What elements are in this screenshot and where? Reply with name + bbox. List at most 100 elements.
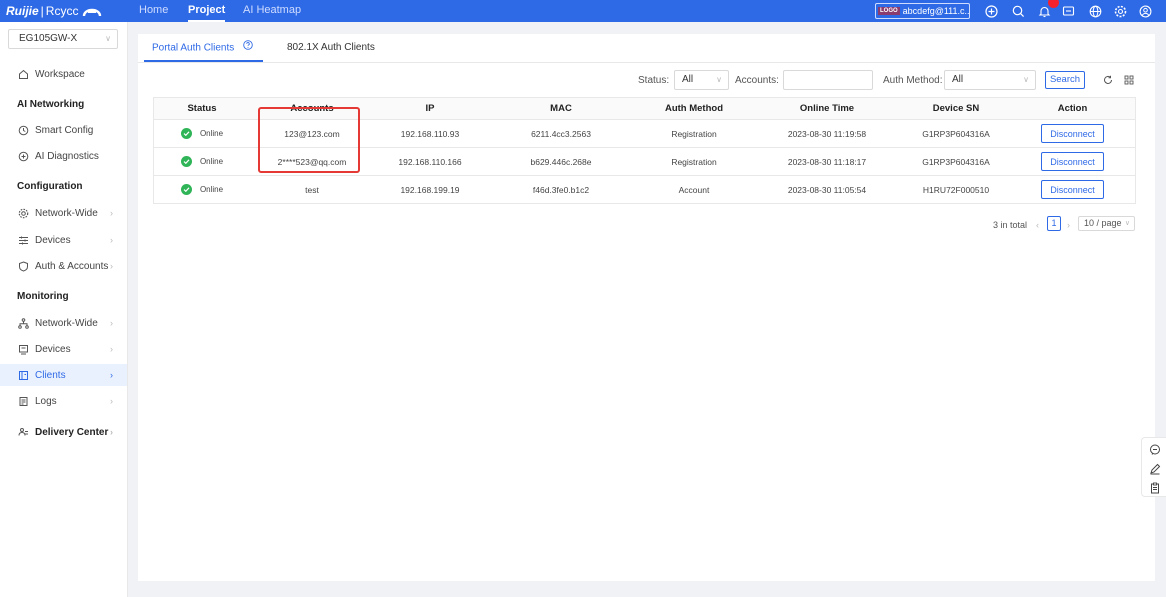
chevron-down-icon: ∨ [105,34,111,43]
table-row: Online test 192.168.199.19 f46d.3fe0.b1c… [154,176,1135,204]
column-header: Online Time [799,103,855,114]
topology-icon [17,317,29,329]
mac-cell: b629.446c.268e [530,156,592,167]
search-icon[interactable] [1010,3,1026,19]
column-header: MAC [550,103,572,114]
sidebar-group-ai-networking: AI Networking [17,99,85,110]
status-cell: Online [154,120,250,147]
tab-portal-auth-clients[interactable]: Portal Auth Clients [143,34,264,62]
page-size-value: 10 / page [1084,218,1122,228]
device-selector[interactable]: EG105GW-X ∨ [8,29,118,49]
brand-secondary: Rcycc [45,4,79,18]
next-page-icon[interactable]: › [1067,218,1070,232]
chevron-right-icon: › [110,370,113,380]
tab-8021x-auth-clients[interactable]: 802.1X Auth Clients [287,34,375,62]
table-row: Online 2****523@qq.com 192.168.110.166 b… [154,148,1135,176]
sidebar-group-configuration: Configuration [17,181,83,192]
ip-cell: 192.168.110.93 [400,128,460,139]
add-circle-icon[interactable] [983,3,999,19]
sidebar-item-workspace[interactable]: Workspace [0,63,127,85]
sidebar-item-network-wide-config[interactable]: Network-Wide › [0,202,127,224]
disconnect-button[interactable]: Disconnect [1041,152,1104,171]
sidebar-item-devices-monitor[interactable]: Devices › [0,338,127,360]
sidebar-item-logs[interactable]: Logs › [0,390,127,412]
status-text: Online [199,157,224,166]
device-sn-cell: G1RP3P604316A [922,128,990,139]
disconnect-button[interactable]: Disconnect [1041,124,1104,143]
auth-method-filter-label: Auth Method: [883,75,943,86]
check-circle-icon [180,184,192,195]
column-header: Status [187,103,217,114]
sidebar-item-ai-diagnostics[interactable]: AI Diagnostics [0,145,127,167]
chat-icon[interactable] [1148,443,1161,456]
brand-logo[interactable]: Ruijie | Rcycc [6,3,102,19]
sidebar-item-label: Auth & Accounts [35,260,109,272]
sidebar-item-label: Delivery Center [35,426,109,438]
brand-primary: Ruijie [6,4,39,18]
nav-project[interactable]: Project [188,0,226,22]
auth-method-cell: Registration [671,156,717,167]
user-icon[interactable] [1137,3,1153,19]
logs-icon [17,395,29,407]
sidebar-item-label: Network-Wide [35,317,98,329]
brand-separator: | [40,4,44,18]
device-sn-cell: G1RP3P604316A [922,156,990,167]
sidebar-item-devices-config[interactable]: Devices › [0,229,127,251]
chevron-down-icon: ∨ [1124,220,1130,227]
action-cell: Disconnect [1010,176,1135,203]
check-circle-icon [180,156,192,167]
page-number-current[interactable]: 1 [1047,216,1061,231]
help-icon[interactable] [243,34,253,62]
account-selector[interactable]: LOGO abcdefg@111.c... ∨ [875,3,970,19]
nav-home[interactable]: Home [139,0,168,22]
notification-badge [1048,0,1059,8]
sidebar-item-delivery-center[interactable]: Delivery Center › [0,421,127,443]
settings-icon[interactable] [1112,3,1128,19]
column-settings-icon[interactable] [1122,73,1135,86]
sidebar-item-label: Workspace [35,68,85,80]
page-size-select[interactable]: 10 / page ∨ [1078,216,1135,231]
sidebar-item-label: AI Diagnostics [35,150,99,162]
floating-toolbox [1141,437,1166,497]
sidebar-item-network-wide-monitor[interactable]: Network-Wide › [0,312,127,334]
status-filter-value: All [682,74,694,85]
auth-method-cell: Registration [671,128,717,139]
account-cell: 2****523@qq.com [277,156,347,167]
mac-cell: 6211.4cc3.2563 [531,128,591,139]
sidebar-item-auth-accounts[interactable]: Auth & Accounts › [0,255,127,277]
prev-page-icon[interactable]: ‹ [1036,218,1039,232]
sidebar-item-smart-config[interactable]: Smart Config [0,119,127,141]
account-cell: test [305,184,319,195]
refresh-icon[interactable] [1101,73,1114,86]
status-cell: Online [154,176,250,203]
nav-ai-heatmap[interactable]: AI Heatmap [243,0,301,22]
globe-icon[interactable] [1087,3,1103,19]
sidebar-item-label: Devices [35,343,71,355]
top-navigation-bar: Ruijie | Rcycc Home Project AI Heatmap L… [0,0,1166,22]
clients-table: Status Accounts IP MAC Auth Method Onlin… [153,97,1136,204]
mac-cell: f46d.3fe0.b1c2 [532,184,590,195]
chevron-right-icon: › [110,427,113,437]
sidebar-item-clients[interactable]: Clients › [0,364,127,386]
chevron-down-icon: ∨ [716,75,722,84]
auth-method-filter-select[interactable]: All ∨ [944,70,1036,90]
clipboard-icon[interactable] [1148,481,1161,494]
status-filter-select[interactable]: All ∨ [674,70,729,90]
check-circle-icon [180,128,192,139]
online-time-cell: 2023-08-30 11:18:17 [787,156,867,167]
disconnect-button[interactable]: Disconnect [1041,180,1104,199]
accounts-filter-input[interactable] [783,70,873,90]
status-filter-label: Status: [638,75,670,86]
action-cell: Disconnect [1010,148,1135,175]
tab-divider [138,62,1155,63]
main-panel: Portal Auth Clients 802.1X Auth Clients … [138,34,1155,581]
accounts-filter-label: Accounts: [735,75,779,86]
feedback-pen-icon[interactable] [1148,462,1161,475]
search-button[interactable]: Search [1045,71,1085,89]
sidebar-item-label: Smart Config [35,124,94,136]
action-cell: Disconnect [1010,120,1135,147]
sidebar-item-label: Network-Wide [35,207,98,219]
message-icon[interactable] [1060,3,1076,19]
network-settings-icon [17,207,29,219]
tab-label: Portal Auth Clients [152,42,235,54]
